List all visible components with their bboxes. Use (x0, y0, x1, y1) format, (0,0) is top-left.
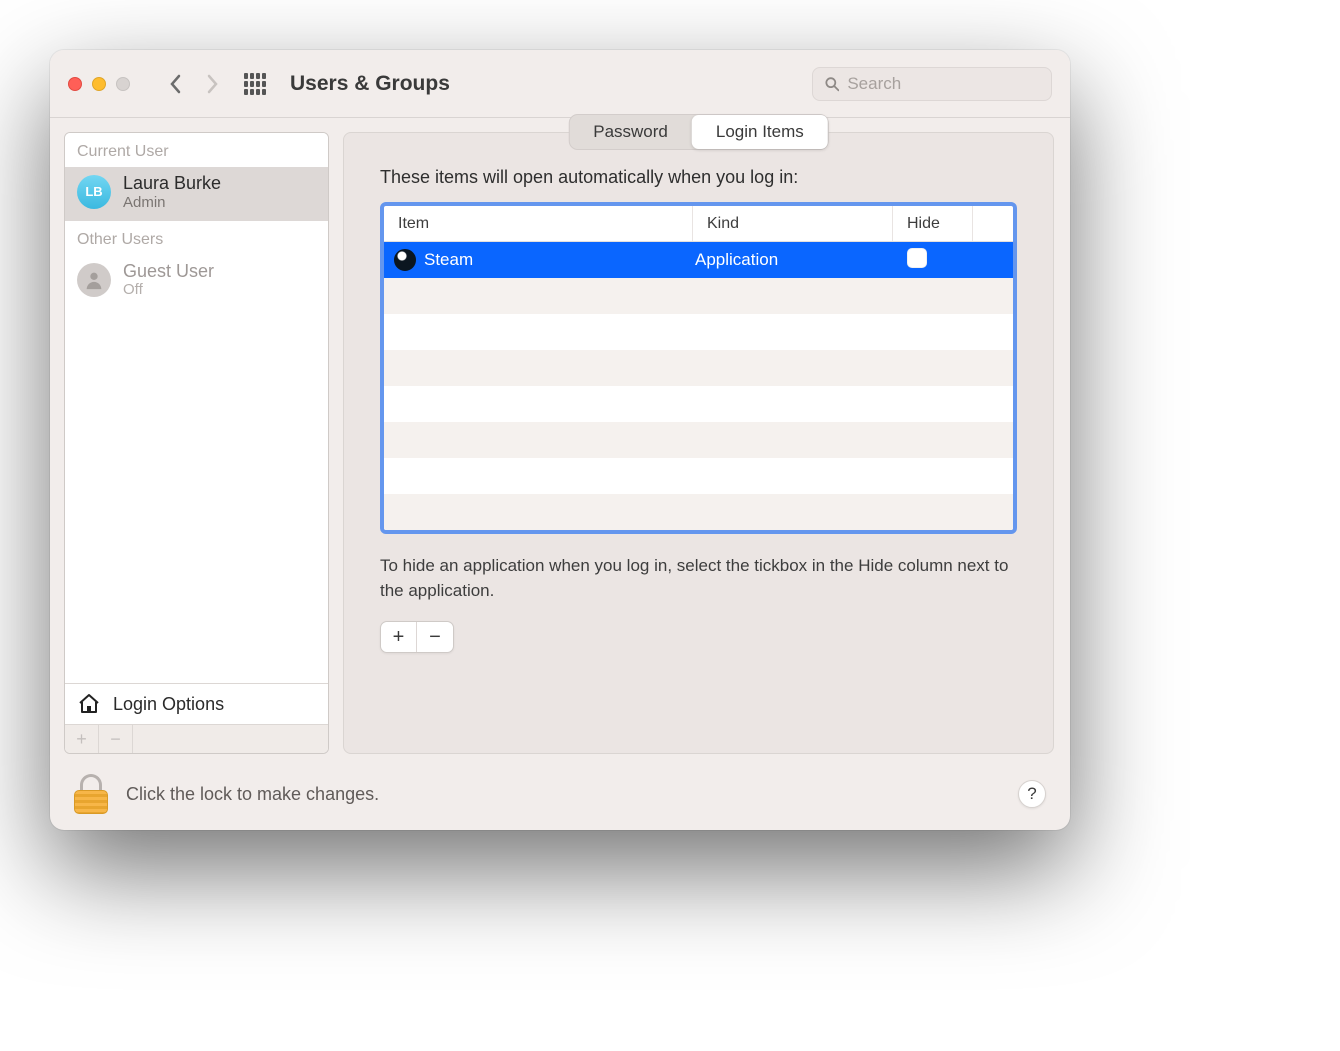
system-preferences-window: Users & Groups Current User LB Laura Bur… (50, 50, 1070, 830)
login-items-table[interactable]: Item Kind Hide Steam Application (380, 202, 1017, 534)
column-hide[interactable]: Hide (893, 206, 973, 241)
column-item[interactable]: Item (384, 206, 693, 241)
item-name: Steam (424, 250, 473, 270)
table-row[interactable] (384, 278, 1013, 314)
add-login-item-button[interactable]: + (381, 622, 417, 652)
steam-icon (394, 249, 416, 271)
chevron-right-icon (205, 74, 219, 94)
login-items-controls: + − (380, 621, 454, 653)
segmented-control: Password Login Items (569, 115, 828, 149)
close-window-button[interactable] (68, 77, 82, 91)
lock-text: Click the lock to make changes. (126, 784, 379, 805)
traffic-lights (68, 77, 130, 91)
login-options-label: Login Options (113, 694, 224, 715)
house-icon (77, 692, 101, 716)
maximize-window-button[interactable] (116, 77, 130, 91)
chevron-left-icon (169, 74, 183, 94)
user-list-controls: + − (65, 724, 328, 753)
body: Current User LB Laura Burke Admin Other … (50, 118, 1070, 758)
back-button[interactable] (162, 70, 190, 98)
table-row[interactable] (384, 350, 1013, 386)
forward-button[interactable] (198, 70, 226, 98)
remove-user-button[interactable]: − (99, 725, 133, 753)
show-all-icon[interactable] (244, 73, 266, 95)
table-row[interactable] (384, 458, 1013, 494)
add-user-button[interactable]: + (65, 725, 99, 753)
sidebar-user-guest[interactable]: Guest User Off (65, 255, 328, 309)
table-row[interactable] (384, 494, 1013, 530)
item-kind: Application (693, 250, 893, 270)
login-options-item[interactable]: Login Options (65, 683, 328, 724)
tab-login-items[interactable]: Login Items (692, 115, 828, 149)
search-icon (825, 76, 839, 92)
toolbar: Users & Groups (50, 50, 1070, 118)
sidebar-user-current[interactable]: LB Laura Burke Admin (65, 167, 328, 221)
table-header: Item Kind Hide (384, 206, 1013, 242)
table-body: Steam Application (384, 242, 1013, 530)
search-field[interactable] (812, 67, 1052, 101)
intro-text: These items will open automatically when… (380, 167, 1017, 188)
user-name: Laura Burke (123, 173, 221, 194)
other-users-section-label: Other Users (65, 221, 328, 255)
tab-password[interactable]: Password (569, 115, 692, 149)
avatar: LB (77, 175, 111, 209)
table-row[interactable] (384, 314, 1013, 350)
table-row[interactable] (384, 386, 1013, 422)
users-sidebar: Current User LB Laura Burke Admin Other … (64, 132, 329, 754)
table-row[interactable]: Steam Application (384, 242, 1013, 278)
lock-button[interactable] (74, 774, 108, 814)
user-icon (83, 269, 105, 291)
column-kind[interactable]: Kind (693, 206, 893, 241)
hide-checkbox[interactable] (907, 248, 927, 268)
table-row[interactable] (384, 422, 1013, 458)
current-user-section-label: Current User (65, 133, 328, 167)
user-role: Off (123, 281, 214, 298)
footer: Click the lock to make changes. ? (50, 758, 1070, 830)
help-button[interactable]: ? (1018, 780, 1046, 808)
minimize-window-button[interactable] (92, 77, 106, 91)
user-name: Guest User (123, 261, 214, 282)
search-input[interactable] (847, 74, 1039, 94)
window-title: Users & Groups (290, 72, 450, 96)
user-role: Admin (123, 194, 221, 211)
lock-body-icon (74, 790, 108, 814)
remove-login-item-button[interactable]: − (417, 622, 453, 652)
avatar (77, 263, 111, 297)
hint-text: To hide an application when you log in, … (380, 554, 1017, 603)
content-pane: Password Login Items These items will op… (343, 132, 1054, 754)
